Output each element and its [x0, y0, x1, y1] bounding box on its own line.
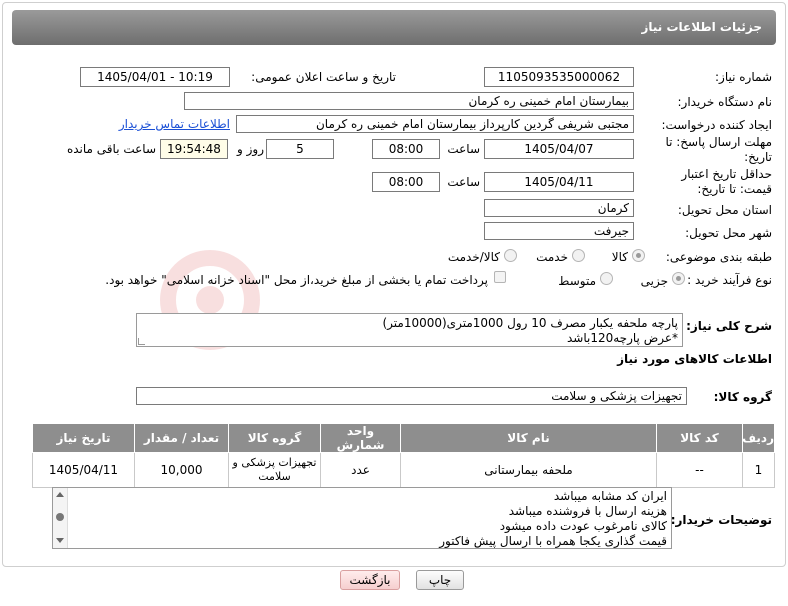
scroll-down-icon[interactable]	[56, 538, 64, 543]
treasury-payment-note: پرداخت تمام یا بخشی از مبلغ خرید،از محل …	[105, 273, 488, 287]
city-label: شهر محل تحویل:	[685, 226, 772, 240]
buyer-note-line: ایران کد مشابه میباشد	[553, 489, 667, 503]
goods-group-label: گروه کالا:	[713, 390, 772, 404]
need-number-label: شماره نیاز:	[715, 70, 772, 84]
cell-item-code: --	[656, 452, 743, 488]
announce-datetime-field: 1405/04/01 - 10:19	[80, 67, 230, 87]
description-label: شرح کلی نیاز:	[686, 319, 772, 333]
days-remaining-field: 5	[266, 139, 334, 159]
buyer-notes-label: توضیحات خریدار:	[670, 513, 772, 527]
items-table: ردیف کد کالا نام کالا واحد شمارش گروه کا…	[32, 423, 775, 488]
category-label: طبقه بندی موضوعی:	[665, 250, 772, 264]
col-header-date: تاریخ نیاز	[32, 423, 135, 453]
description-line-2: *عرض پارچه120باشد	[566, 331, 678, 345]
announce-label: تاریخ و ساعت اعلان عمومی:	[251, 70, 396, 84]
cell-unit: عدد	[320, 452, 401, 488]
days-label: روز و	[237, 142, 264, 156]
buyer-contact-link[interactable]: اطلاعات تماس خریدار	[112, 117, 230, 131]
category-radio-goods[interactable]	[632, 249, 645, 262]
cell-item-name: ملحفه بیمارستانی	[400, 452, 657, 488]
items-table-wrapper: ردیف کد کالا نام کالا واحد شمارش گروه کا…	[32, 423, 775, 488]
validity-time-label: ساعت	[447, 175, 480, 189]
process-option-medium: متوسط	[558, 274, 596, 288]
process-type-label: نوع فرآیند خرید :	[687, 273, 772, 287]
col-header-name: نام کالا	[400, 423, 657, 453]
col-header-group: گروه کالا	[228, 423, 321, 453]
notes-scrollbar[interactable]	[53, 488, 68, 548]
treasury-payment-checkbox[interactable]	[494, 271, 506, 283]
process-option-minor: جزیی	[640, 274, 668, 288]
category-option-both: کالا/خدمت	[447, 250, 500, 264]
items-table-header: ردیف کد کالا نام کالا واحد شمارش گروه کا…	[32, 423, 775, 453]
need-number-field: 1105093535000062	[484, 67, 634, 87]
buyer-note-line: هزینه ارسال با فروشنده میباشد	[508, 504, 667, 518]
scroll-thumb[interactable]	[56, 513, 64, 521]
buyer-note-line: کالای نامرغوب عودت داده میشود	[499, 519, 667, 533]
deadline-time-field: 08:00	[372, 139, 440, 159]
remaining-time-field: 19:54:48	[160, 139, 228, 159]
requester-field: مجتبی شریفی گردین کارپرداز بیمارستان اما…	[236, 115, 634, 133]
process-radio-medium[interactable]	[600, 272, 613, 285]
category-radio-both[interactable]	[504, 249, 517, 262]
buyer-note-line: قیمت گذاری یکجا همراه با ارسال پیش فاکتو…	[439, 534, 667, 548]
category-option-service: خدمت	[536, 250, 568, 264]
col-header-code: کد کالا	[656, 423, 743, 453]
resize-handle-icon[interactable]	[138, 338, 145, 345]
scroll-up-icon[interactable]	[56, 492, 64, 497]
cell-row-number: 1	[742, 452, 775, 488]
category-radio-service[interactable]	[572, 249, 585, 262]
cell-quantity: 10,000	[134, 452, 229, 488]
back-button[interactable]: بازگشت	[340, 570, 400, 590]
province-label: استان محل تحویل:	[677, 203, 772, 217]
buyer-notes-box[interactable]: ایران کد مشابه میباشد هزینه ارسال با فرو…	[52, 487, 672, 549]
city-field: جیرفت	[484, 222, 634, 240]
print-button[interactable]: چاپ	[416, 570, 464, 590]
validity-date-field: 1405/04/11	[484, 172, 634, 192]
validity-time-field: 08:00	[372, 172, 440, 192]
remaining-time-label: ساعت باقی مانده	[66, 142, 156, 156]
cell-group: تجهیزات پزشکی و سلامت	[228, 452, 321, 488]
cell-need-date: 1405/04/11	[32, 452, 135, 488]
buyer-org-label: نام دستگاه خریدار:	[677, 95, 773, 109]
deadline-label: مهلت ارسال پاسخ: تا تاریخ:	[665, 135, 772, 164]
buyer-org-field: بیمارستان امام خمینی ره کرمان	[184, 92, 634, 110]
table-row: 1 -- ملحفه بیمارستانی عدد تجهیزات پزشکی …	[32, 452, 775, 488]
description-line-1: پارچه ملحفه یکبار مصرف 10 رول 1000متری(1…	[382, 316, 678, 330]
page-title: جزئیات اطلاعات نیاز	[641, 20, 762, 34]
category-option-goods: کالا	[611, 250, 628, 264]
goods-group-field: تجهیزات پزشکی و سلامت	[136, 387, 687, 405]
process-radio-minor[interactable]	[672, 272, 685, 285]
deadline-date-field: 1405/04/07	[484, 139, 634, 159]
price-validity-label: حداقل تاریخ اعتبار قیمت: تا تاریخ:	[681, 167, 772, 196]
province-field: کرمان	[484, 199, 634, 217]
goods-section-title: اطلاعات کالاهای مورد نیاز	[617, 352, 772, 366]
col-header-row: ردیف	[742, 423, 775, 453]
deadline-time-label: ساعت	[447, 142, 480, 156]
requester-label: ایجاد کننده درخواست:	[661, 118, 772, 132]
description-textarea[interactable]: پارچه ملحفه یکبار مصرف 10 رول 1000متری(1…	[136, 313, 683, 347]
col-header-unit: واحد شمارش	[320, 423, 401, 453]
col-header-quantity: تعداد / مقدار	[134, 423, 229, 453]
